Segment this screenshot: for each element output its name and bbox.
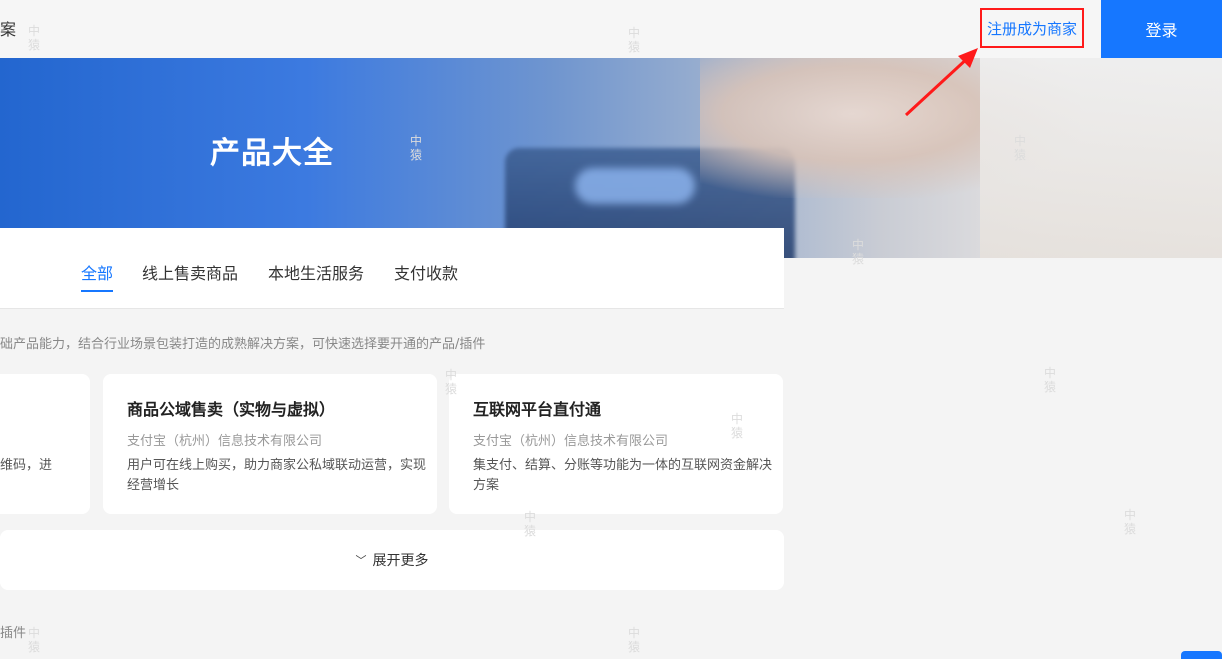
active-tab-indicator	[81, 290, 113, 292]
banner-image-screen	[575, 168, 695, 204]
next-section-fragment: 插件	[0, 626, 27, 641]
tab-local-services[interactable]: 本地生活服务	[268, 260, 364, 284]
watermark-logo: 中猿	[628, 626, 641, 654]
watermark-logo: 中猿	[1124, 508, 1137, 536]
watermark-logo: 中猿	[1044, 366, 1057, 394]
product-card-direct-pay[interactable]: 互联网平台直付通 支付宝（杭州）信息技术有限公司 集支付、结算、分账等功能为一体…	[449, 374, 783, 514]
watermark-logo: 中猿	[628, 26, 641, 54]
tab-payment[interactable]: 支付收款	[394, 260, 458, 284]
floating-help-button[interactable]	[1181, 651, 1222, 659]
header-left-fragment: 案	[0, 20, 17, 39]
watermark-logo: 中猿	[445, 368, 458, 396]
watermark-logo: 中猿	[1014, 134, 1027, 162]
watermark-logo: 中猿	[28, 24, 41, 52]
card-title: 互联网平台直付通	[473, 400, 602, 419]
tab-online-goods[interactable]: 线上售卖商品	[142, 260, 238, 284]
top-bar: 案 注册成为商家 登录	[0, 0, 1222, 58]
watermark-logo: 中猿	[731, 412, 744, 440]
product-card-partial[interactable]: 维码，进	[0, 374, 90, 514]
watermark-logo: 中猿	[852, 238, 865, 266]
expand-more-label: 展开更多	[372, 553, 429, 569]
card-description: 维码，进	[0, 458, 53, 473]
category-tabs: 全部 线上售卖商品 本地生活服务 支付收款	[0, 228, 784, 309]
section-description: 础产品能力，结合行业场景包装打造的成熟解决方案，可快速选择要开通的产品/插件	[0, 337, 486, 352]
card-description: 用户可在线上购买，助力商家公私域联动运营，实现经营增长	[127, 458, 427, 493]
product-card-public-sales[interactable]: 商品公域售卖（实物与虚拟） 支付宝（杭州）信息技术有限公司 用户可在线上购买，助…	[103, 374, 437, 514]
tab-all[interactable]: 全部	[81, 260, 113, 284]
card-company: 支付宝（杭州）信息技术有限公司	[473, 434, 669, 449]
page-title: 产品大全	[210, 136, 334, 171]
login-button-label: 登录	[1145, 21, 1178, 40]
card-description: 集支付、结算、分账等功能为一体的互联网资金解决方案	[473, 458, 773, 493]
login-button[interactable]: 登录	[1101, 0, 1222, 58]
watermark-logo: 中猿	[410, 134, 423, 162]
annotation-arrow-icon	[904, 48, 978, 117]
card-company: 支付宝（杭州）信息技术有限公司	[127, 434, 323, 449]
card-title: 商品公域售卖（实物与虚拟）	[127, 400, 336, 419]
double-chevron-down-icon: ﹀	[355, 554, 367, 567]
register-merchant-link[interactable]: 注册成为商家	[980, 8, 1084, 48]
register-merchant-label: 注册成为商家	[986, 19, 1077, 38]
expand-more-button[interactable]: ﹀ 展开更多	[0, 530, 784, 590]
watermark-logo: 中猿	[28, 626, 41, 654]
watermark-logo: 中猿	[524, 510, 537, 538]
